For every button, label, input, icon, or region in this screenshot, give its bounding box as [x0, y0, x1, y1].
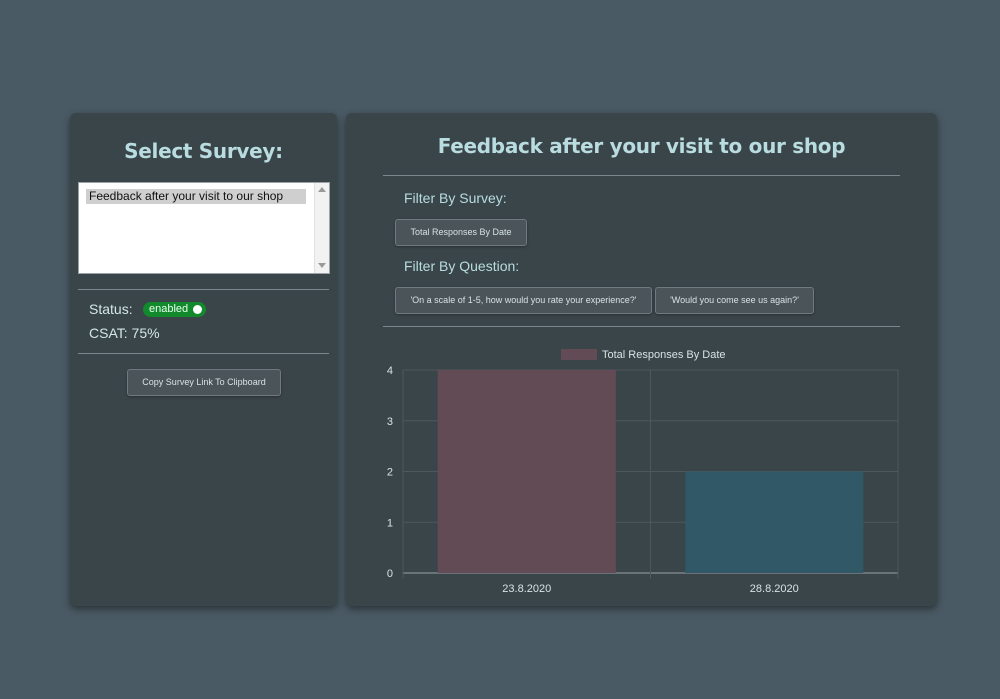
- y-tick-label: 4: [387, 365, 393, 377]
- legend-swatch: [561, 349, 597, 360]
- bar: [685, 471, 864, 573]
- csat-value: CSAT: 75%: [89, 325, 160, 341]
- survey-selector-panel: Select Survey: Feedback after your visit…: [70, 113, 337, 606]
- y-tick-label: 2: [387, 467, 393, 479]
- scroll-up-icon[interactable]: [318, 187, 326, 192]
- status-toggle[interactable]: enabled: [143, 302, 207, 317]
- survey-list-scrollbar[interactable]: [314, 183, 329, 273]
- y-tick-label: 0: [387, 568, 393, 580]
- bar: [437, 370, 616, 573]
- survey-list[interactable]: Feedback after your visit to our shop: [78, 182, 330, 274]
- x-tick-label: 23.8.2020: [502, 583, 551, 595]
- legend-label: Total Responses By Date: [602, 349, 726, 361]
- status-toggle-label: enabled: [149, 303, 189, 315]
- survey-list-option[interactable]: Feedback after your visit to our shop: [86, 189, 306, 204]
- y-tick-label: 3: [387, 416, 393, 428]
- toggle-knob-icon: [193, 305, 203, 314]
- copy-survey-link-button[interactable]: Copy Survey Link To Clipboard: [127, 369, 281, 396]
- divider: [78, 289, 329, 290]
- scroll-down-icon[interactable]: [318, 263, 326, 268]
- responses-bar-chart: 0 1 2 3 4 23.8.2020 28.8.2020 Total Responses B…: [387, 349, 899, 595]
- status-label: Status:: [89, 301, 133, 317]
- select-survey-title: Select Survey:: [124, 139, 283, 163]
- divider: [78, 353, 329, 354]
- y-tick-label: 1: [387, 517, 393, 529]
- survey-results-panel: Feedback after your visit to our shop Fi…: [346, 113, 937, 606]
- x-tick-label: 28.8.2020: [750, 583, 799, 595]
